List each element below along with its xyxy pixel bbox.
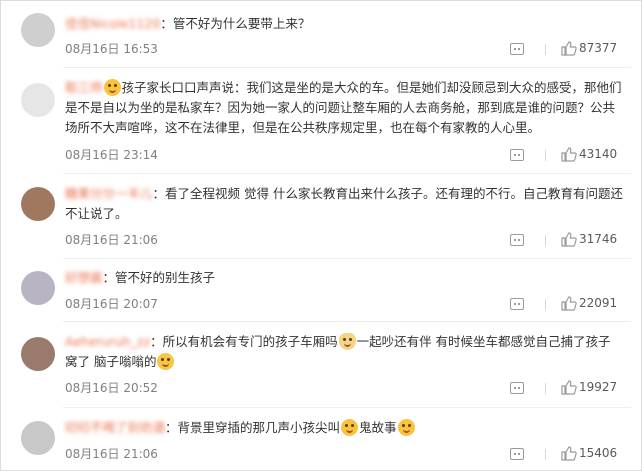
divider [63,67,631,68]
avatar[interactable] [21,187,55,221]
thumbs-up-icon[interactable] [561,380,577,395]
thumbs-up-icon[interactable] [561,232,577,247]
thinking-face-icon [341,419,359,436]
avatar[interactable] [21,421,55,455]
comment-text: Aeheruruh_zz：所以有机会有专门的孩子车厢吗 一起吵还有伴 有时候坐车都… [65,332,623,372]
comment-body: ：管不好为什么要带上来？ [160,16,311,31]
comment-icon[interactable] [510,149,524,161]
comment-body: 鬼故事 [359,420,397,435]
comment-text: 佳佳Nicole1120：管不好为什么要带上来？ [65,14,623,34]
comment-body: 孩子家长口口声声说：我们这是坐的是大众的车。但是她们却没顾忌到大众的感受，那他们… [65,80,622,135]
comment-time: 08月16日 20:07 [65,297,158,311]
comment-time: 08月16日 16:53 [65,42,158,56]
comment-icon[interactable] [510,298,524,310]
comment-text: 取三师 孩子家长口口声声说：我们这是坐的是大众的车。但是她们却没顾忌到大众的感受，… [65,78,623,138]
comment-icon[interactable] [510,382,524,394]
like-count[interactable]: 43140 [579,147,617,161]
avatar[interactable] [21,13,55,47]
thumbs-up-icon[interactable] [561,41,577,56]
divider [63,407,631,408]
divider [545,150,546,161]
username[interactable]: 佳佳Nicole1120 [65,16,160,31]
divider [63,321,631,322]
username[interactable]: 叨叨不喝了别劝酒 [65,420,165,435]
divider [545,383,546,394]
username[interactable]: 取三师 [65,80,103,95]
comment-text: 叨叨不喝了别劝酒：背景里穿插的那几声小孩尖叫 鬼故事 [65,418,623,438]
comment-body: ：管不好的别生孩子 [102,270,216,285]
username[interactable]: Aeheruruh_zz [65,334,150,349]
cat-face-icon [338,333,356,350]
sweat-face-icon [157,353,175,370]
divider [545,235,546,246]
thumbs-up-icon[interactable] [561,147,577,162]
comment-icon[interactable] [510,43,524,55]
thumbs-up-icon[interactable] [561,296,577,311]
like-count[interactable]: 19927 [579,380,617,394]
comment-body: ：背景里穿插的那几声小孩尖叫 [165,420,341,435]
like-count[interactable]: 31746 [579,232,617,246]
divider [545,44,546,55]
username[interactable]: 好想酱 [65,270,103,285]
comment-body: ：所以有机会有专门的孩子车厢吗 [150,334,338,349]
comment-time: 08月16日 21:06 [65,447,158,461]
comment-icon[interactable] [510,234,524,246]
emoji-icon [103,79,121,96]
divider [545,299,546,310]
comment-time: 08月16日 23:14 [65,148,158,162]
divider [63,258,631,259]
like-count[interactable]: 22091 [579,296,617,310]
comment-list: 佳佳Nicole1120：管不好为什么要带上来？ 08月16日 16:53 87… [0,0,642,471]
avatar[interactable] [21,337,55,371]
comment-time: 08月16日 20:52 [65,381,158,395]
divider [545,449,546,460]
username[interactable]: 糖果分分一半儿 [65,186,153,201]
divider [63,173,631,174]
avatar[interactable] [21,271,55,305]
comment-text: 糖果分分一半儿：看了全程视频 觉得 什么家长教育出来什么孩子。还有理的不行。自己… [65,184,623,224]
thumbs-up-icon[interactable] [561,446,577,461]
like-count[interactable]: 87377 [579,41,617,55]
thinking-face-icon [397,419,415,436]
like-count[interactable]: 15406 [579,446,617,460]
comment-icon[interactable] [510,448,524,460]
comment-text: 好想酱：管不好的别生孩子 [65,268,623,288]
comment-time: 08月16日 21:06 [65,233,158,247]
avatar[interactable] [21,83,55,117]
